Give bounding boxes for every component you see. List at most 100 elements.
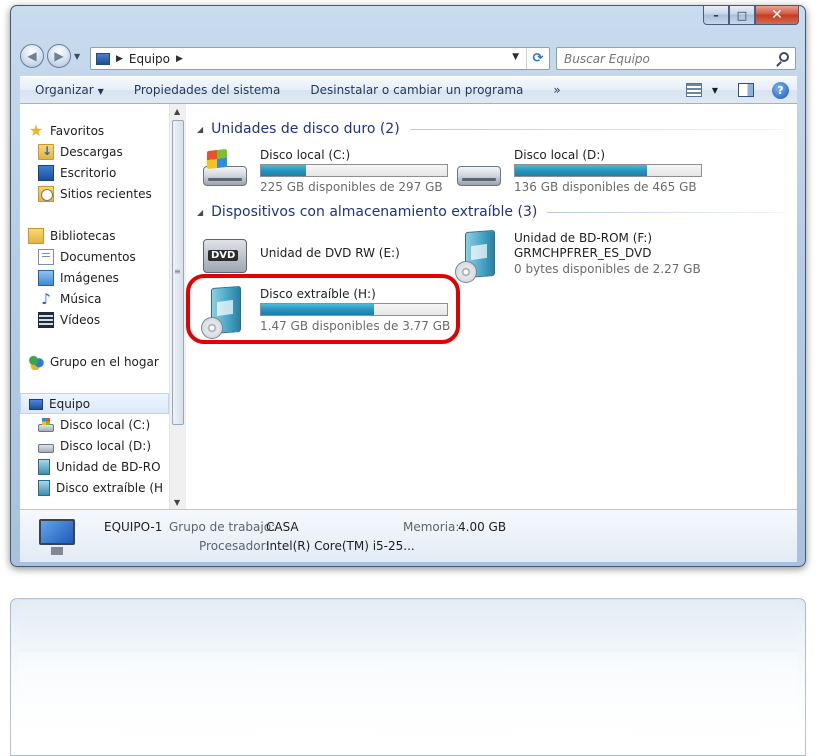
drives-pane: ◢ Unidades de disco duro (2) Disco local… (187, 104, 797, 509)
scroll-down-icon[interactable]: ▼ (174, 498, 180, 507)
refresh-icon[interactable]: ⟳ (526, 48, 549, 69)
maximize-button[interactable]: □ (729, 6, 755, 25)
sidebar-item-label: Disco local (C:) (60, 417, 151, 432)
sidebar-item-desktop[interactable]: Escritorio (20, 162, 169, 183)
homegroup-icon (28, 353, 44, 370)
sidebar-item-libraries[interactable]: Bibliotecas (20, 225, 169, 246)
section-divider (547, 211, 787, 213)
drive-tile-dvd[interactable]: DVD Unidad de DVD RW (E:) (197, 227, 457, 283)
section-hard-disks[interactable]: ◢ Unidades de disco duro (2) (197, 121, 797, 137)
caption-controls: – □ ✕ (703, 6, 799, 25)
drive-tile-c[interactable]: Disco local (C:) 225 GB disponibles de 2… (197, 144, 457, 200)
drive-tile-bd-rom[interactable]: Unidad de BD-ROM (F:) GRMCHPFRER_ES_DVD … (451, 227, 711, 283)
drive-free-space: 1.47 GB disponibles de 3.77 GB (260, 319, 451, 333)
hard-drive-icon (38, 443, 54, 453)
drive-name: Unidad de BD-ROM (F:) (514, 231, 653, 245)
sidebar-item-recent-places[interactable]: Sitios recientes (20, 183, 169, 204)
recent-pages-dropdown-icon[interactable]: ▼ (74, 52, 80, 61)
minimize-button[interactable]: – (703, 6, 729, 25)
collapse-triangle-icon[interactable]: ◢ (197, 125, 203, 134)
sidebar-item-videos[interactable]: Vídeos (20, 309, 169, 330)
removable-disk-icon (201, 285, 249, 339)
system-drive-icon (38, 417, 54, 432)
organize-label: Organizar (35, 83, 94, 97)
optical-drive-icon (38, 458, 50, 475)
chevron-down-icon: ▼ (97, 87, 104, 96)
sidebar-item-label: Bibliotecas (50, 228, 116, 243)
toolbar-right-group: ▼ ? (685, 77, 797, 103)
removable-drive-icon (38, 479, 50, 496)
recent-places-icon (38, 185, 54, 202)
sidebar-item-local-disk-d[interactable]: Disco local (D:) (20, 435, 169, 456)
sidebar-item-label: Vídeos (60, 312, 101, 327)
sidebar-item-label: Documentos (60, 249, 136, 264)
navigation-pane: ★ Favoritos Descargas Escritorio Sitios … (20, 104, 186, 509)
back-arrow-icon: ◀ (27, 49, 37, 63)
collapse-triangle-icon[interactable]: ◢ (197, 208, 203, 217)
search-input[interactable] (557, 51, 767, 66)
drive-tile-d[interactable]: Disco local (D:) 136 GB disponibles de 4… (451, 144, 711, 200)
drive-tile-removable-h[interactable]: Disco extraíble (H:) 1.47 GB disponibles… (197, 283, 457, 339)
system-properties-button[interactable]: Propiedades del sistema (119, 83, 296, 97)
reflection-fade (11, 599, 805, 755)
drive-usage-bar (260, 164, 448, 177)
organize-button[interactable]: Organizar ▼ (20, 83, 119, 97)
scrollbar-grip-icon: ≡ (174, 267, 181, 276)
desktop-icon (38, 164, 54, 181)
sidebar-item-label: Equipo (49, 396, 91, 411)
section-title: Unidades de disco duro (2) (211, 121, 400, 137)
drive-free-space: 225 GB disponibles de 297 GB (260, 180, 443, 194)
dvd-label: DVD (208, 250, 239, 261)
downloads-folder-icon (38, 143, 54, 160)
change-view-icon[interactable] (685, 83, 702, 97)
section-title: Dispositivos con almacenamiento extraíbl… (211, 204, 538, 220)
breadcrumb-equipo[interactable]: Equipo (129, 52, 170, 66)
sidebar-item-computer[interactable]: Equipo (20, 393, 169, 414)
sidebar-item-local-disk-c[interactable]: Disco local (C:) (20, 414, 169, 435)
close-button[interactable]: ✕ (755, 6, 799, 25)
processor-value: Intel(R) Core(TM) i5-25... (266, 539, 415, 553)
preview-pane-icon[interactable] (738, 83, 754, 97)
drive-usage-bar (260, 303, 448, 316)
content-area: ★ Favoritos Descargas Escritorio Sitios … (20, 104, 797, 509)
window-reflection (10, 598, 806, 756)
search-box[interactable] (556, 47, 796, 70)
computer-monitor-icon (39, 519, 75, 555)
memory-label: Memoria: (403, 520, 460, 534)
uninstall-program-button[interactable]: Desinstalar o cambiar un programa (295, 83, 538, 97)
sidebar-item-label: Escritorio (60, 165, 117, 180)
sidebar-scrollbar[interactable]: ▲ ≡ ▼ (169, 104, 186, 509)
drive-free-space: 0 bytes disponibles de 2.27 GB (514, 262, 701, 276)
breadcrumb-chevron-icon[interactable]: ▶ (176, 54, 183, 64)
documents-icon (38, 248, 54, 265)
sidebar-item-documents[interactable]: Documentos (20, 246, 169, 267)
section-removable-devices[interactable]: ◢ Dispositivos con almacenamiento extraí… (197, 204, 797, 220)
scroll-up-icon[interactable]: ▲ (174, 107, 180, 116)
sidebar-item-bd-rom[interactable]: Unidad de BD-RO (20, 456, 169, 477)
sidebar-item-pictures[interactable]: Imágenes (20, 267, 169, 288)
address-dropdown-icon[interactable]: ▼ (512, 52, 519, 62)
section-divider (409, 128, 787, 130)
more-commands-button[interactable]: » (538, 83, 575, 97)
sidebar-item-favorites[interactable]: ★ Favoritos (20, 120, 169, 141)
search-icon[interactable] (779, 52, 789, 62)
back-button[interactable]: ◀ (20, 44, 44, 68)
music-note-icon: ♪ (41, 289, 51, 308)
address-bar[interactable]: ▶ Equipo ▶ ▼ ⟳ (90, 47, 550, 70)
libraries-icon (28, 227, 44, 244)
help-icon[interactable]: ? (772, 81, 789, 99)
star-icon: ★ (28, 120, 44, 140)
view-options-dropdown-icon[interactable]: ▼ (712, 86, 718, 95)
forward-button[interactable]: ▶ (47, 44, 71, 68)
sidebar-item-music[interactable]: ♪ Música (20, 288, 169, 309)
sidebar-item-label: Favoritos (50, 123, 105, 138)
memory-value: 4.00 GB (458, 520, 507, 534)
sidebar-item-label: Disco extraíble (H (56, 480, 164, 495)
workgroup-label: Grupo de trabajo: (169, 520, 276, 534)
breadcrumb-separator-icon[interactable]: ▶ (116, 54, 123, 64)
drive-name: Disco extraíble (H:) (260, 287, 376, 301)
sidebar-item-removable-disk[interactable]: Disco extraíble (H (20, 477, 169, 498)
sidebar-item-label: Sitios recientes (60, 186, 152, 201)
sidebar-item-downloads[interactable]: Descargas (20, 141, 169, 162)
sidebar-item-homegroup[interactable]: Grupo en el hogar (20, 351, 169, 372)
